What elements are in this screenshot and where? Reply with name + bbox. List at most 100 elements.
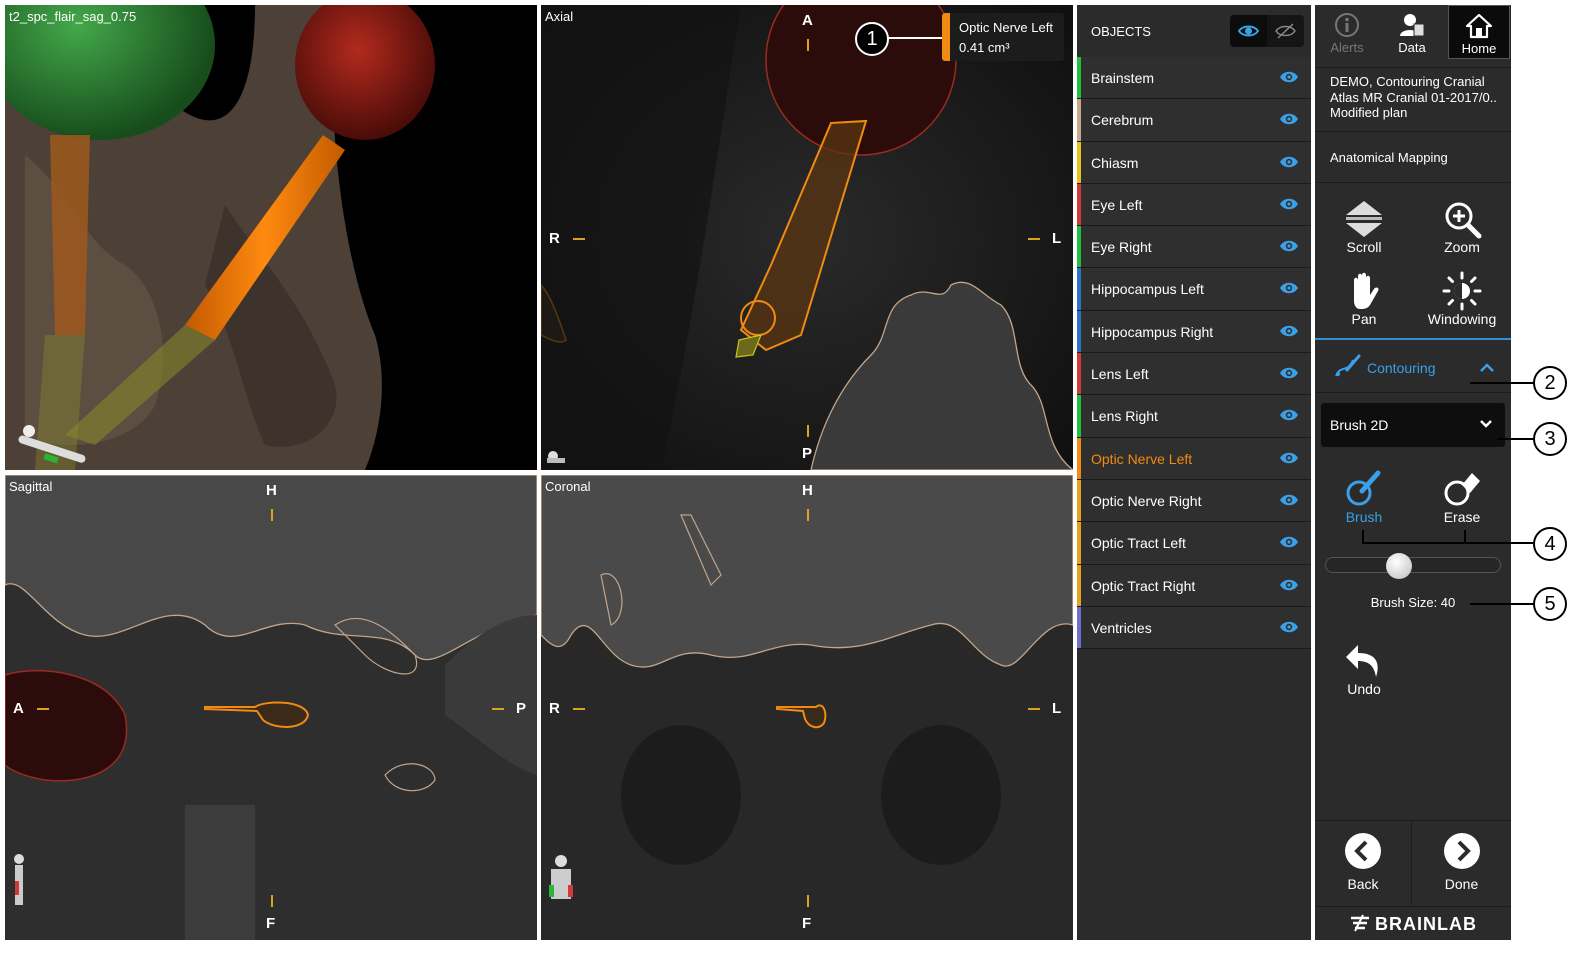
viewport-title: t2_spc_flair_sag_0.75 (9, 9, 137, 24)
object-color-swatch (1077, 606, 1081, 649)
objects-header: OBJECTS (1077, 5, 1311, 57)
eye-icon[interactable] (1279, 408, 1299, 422)
sagittal-slice (5, 475, 537, 940)
axial-slice (541, 5, 1073, 470)
contouring-icon (1335, 354, 1361, 377)
windowing-tool[interactable]: Windowing (1413, 265, 1511, 333)
object-color-swatch (1077, 99, 1081, 141)
eye-icon[interactable] (1279, 281, 1299, 295)
top-bar: Alerts Data Home (1315, 5, 1511, 59)
tools-panel: Alerts Data Home DEMO, Contouring Crania… (1315, 5, 1511, 940)
brush-label: Brush (1345, 509, 1383, 525)
object-color-swatch (1077, 479, 1081, 522)
undo-button[interactable]: Undo (1315, 635, 1413, 703)
viewport-axial[interactable]: Axial A P R L (541, 5, 1073, 470)
eye-icon[interactable] (1279, 112, 1299, 126)
eye-icon[interactable] (1279, 535, 1299, 549)
object-color-swatch (1077, 183, 1081, 226)
pan-tool[interactable]: Pan (1315, 265, 1413, 333)
anatomical-mapping[interactable]: Anatomical Mapping (1315, 131, 1511, 183)
orient-tick (573, 708, 585, 710)
eye-icon[interactable] (1279, 493, 1299, 507)
orient-tick (807, 425, 809, 437)
slider-thumb[interactable] (1386, 553, 1413, 579)
object-row[interactable]: Optic Tract Right (1077, 564, 1311, 607)
chevron-down-icon (1480, 420, 1492, 428)
object-name: Optic Tract Right (1091, 577, 1196, 594)
callout-1: 1 (855, 22, 889, 56)
viewport-coronal[interactable]: Coronal H F R L (541, 475, 1073, 940)
object-row[interactable]: Hippocampus Left (1077, 268, 1311, 311)
eye-off-icon (1275, 23, 1296, 39)
orient-right: L (1052, 700, 1062, 717)
object-row[interactable]: Eye Left (1077, 183, 1311, 227)
brush-size-slider[interactable] (1325, 553, 1501, 579)
hide-all-button[interactable] (1267, 15, 1304, 47)
eye-icon[interactable] (1279, 155, 1299, 169)
eye-icon[interactable] (1279, 324, 1299, 338)
home-button[interactable]: Home (1448, 5, 1510, 59)
eye-icon[interactable] (1279, 620, 1299, 634)
object-row[interactable]: Lens Right (1077, 395, 1311, 438)
eye-icon[interactable] (1279, 366, 1299, 380)
home-icon (1465, 13, 1493, 39)
done-button[interactable]: Done (1413, 821, 1510, 905)
orient-tick (573, 238, 585, 240)
erase-tool[interactable]: Erase (1413, 463, 1511, 531)
object-row[interactable]: Optic Nerve Left (1077, 437, 1311, 480)
eye-icon[interactable] (1279, 451, 1299, 465)
orient-tick (37, 708, 49, 710)
arrow-left-icon (1345, 833, 1381, 869)
brand-name: BRAINLAB (1375, 914, 1477, 934)
tooltip-volume: 0.41 cm³ (959, 40, 1010, 55)
orient-left: R (549, 230, 560, 247)
callout-bracket (1362, 542, 1466, 544)
eye-icon[interactable] (1279, 197, 1299, 211)
objects-panel: OBJECTS Brainstem Cerebrum Chiasm Eye Left E… (1077, 5, 1311, 940)
orient-tick (1028, 708, 1040, 710)
bottom-nav: Back Done BRAINLAB (1315, 820, 1511, 940)
data-button[interactable]: Data (1380, 5, 1444, 59)
object-row[interactable]: Hippocampus Right (1077, 310, 1311, 354)
viewport-sagittal[interactable]: Sagittal H F A P (5, 475, 537, 940)
coronal-slice (541, 475, 1073, 940)
contouring-section-header[interactable]: Contouring (1315, 338, 1511, 393)
brush-tool[interactable]: Brush (1315, 463, 1413, 531)
callout-3: 3 (1533, 422, 1567, 456)
orient-left: R (549, 700, 560, 717)
hand-icon (1354, 272, 1379, 309)
object-color-swatch (1077, 522, 1081, 564)
data-label: Data (1398, 40, 1426, 55)
object-row[interactable]: Optic Nerve Right (1077, 479, 1311, 523)
eye-icon[interactable] (1279, 578, 1299, 592)
dataset-name: Atlas MR Cranial 01-2017/0... (1330, 89, 1496, 105)
scroll-tool[interactable]: Scroll (1315, 193, 1413, 261)
callout-line (886, 37, 942, 39)
object-row[interactable]: Optic Tract Left (1077, 522, 1311, 565)
eye-icon[interactable] (1279, 70, 1299, 84)
object-name: Brainstem (1091, 70, 1155, 86)
tooltip-color-bar (942, 13, 950, 61)
object-row[interactable]: Chiasm (1077, 141, 1311, 184)
object-row[interactable]: Eye Right (1077, 226, 1311, 269)
callout-line (1470, 382, 1534, 384)
brush-mode-select[interactable]: Brush 2D (1321, 403, 1505, 447)
scroll-icon (1346, 201, 1382, 237)
object-row[interactable]: Lens Left (1077, 353, 1311, 396)
back-button[interactable]: Back (1315, 821, 1412, 905)
objects-list: Brainstem Cerebrum Chiasm Eye Left Eye Right… (1077, 57, 1311, 650)
object-row[interactable]: Cerebrum (1077, 99, 1311, 142)
object-name: Ventricles (1091, 619, 1152, 636)
eye-icon[interactable] (1279, 239, 1299, 253)
visibility-toggle[interactable] (1230, 15, 1304, 47)
show-all-button[interactable] (1230, 15, 1267, 47)
object-row[interactable]: Brainstem (1077, 57, 1311, 100)
back-label: Back (1347, 876, 1379, 892)
object-row[interactable]: Ventricles (1077, 606, 1311, 650)
zoom-tool[interactable]: Zoom (1413, 193, 1511, 261)
alerts-button[interactable]: Alerts (1315, 5, 1379, 59)
viewport-3d[interactable]: t2_spc_flair_sag_0.75 (5, 5, 537, 470)
orient-bottom: F (802, 915, 812, 932)
windowing-icon (1442, 271, 1482, 311)
orient-top: H (266, 482, 277, 499)
